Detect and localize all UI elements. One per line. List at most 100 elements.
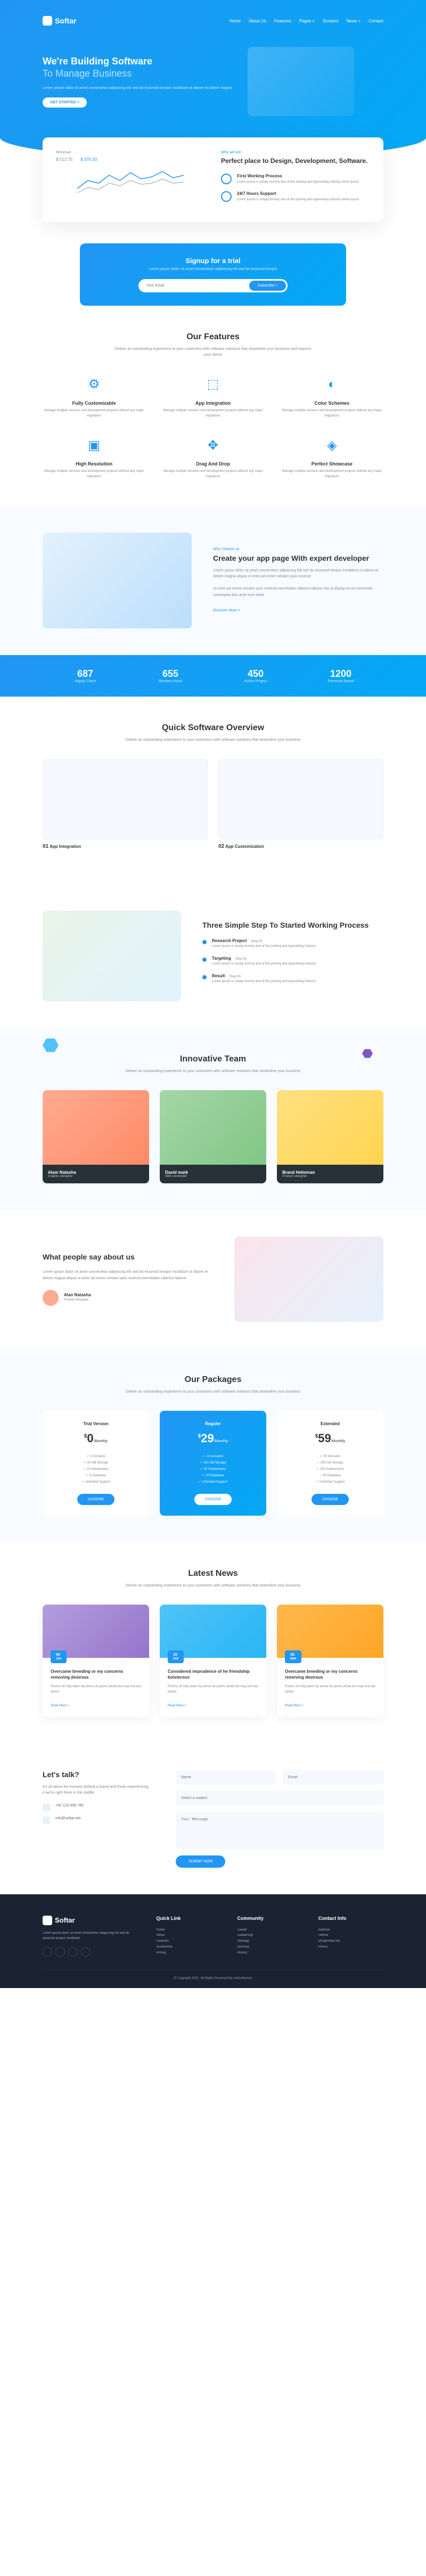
footer-link[interactable]: Services: [237, 1944, 302, 1950]
overview-sub: Deliver an outstanding experience to you…: [112, 737, 314, 743]
social-icon[interactable]: [55, 1947, 65, 1957]
package-name: Reguler: [170, 1421, 256, 1426]
packages-section: Our Packages Deliver an outstanding expe…: [0, 1348, 426, 1542]
email-icon: [43, 1817, 50, 1824]
news-title: Considered imprudence of he friendship b…: [168, 1669, 258, 1680]
footer-col-title: Community: [237, 1916, 302, 1921]
main-nav: Softar Home About Us Features Pages + Sc…: [43, 11, 383, 31]
step-desc: Lorem ipsum is simply dummy text of the …: [212, 980, 316, 983]
footer-link[interactable]: Hotline: [318, 1933, 383, 1939]
feature-title: High Resolution: [43, 461, 145, 467]
nav-news[interactable]: News +: [347, 19, 361, 23]
nav-contact[interactable]: Contact: [368, 19, 383, 23]
message-input[interactable]: [176, 1812, 383, 1849]
name-input[interactable]: [176, 1770, 276, 1785]
package-choose-button[interactable]: CHOOSE: [77, 1494, 114, 1505]
hero-cta-button[interactable]: GET STARTED >: [43, 97, 87, 108]
overview-screenshot-2: [218, 759, 383, 839]
footer-col-title: Contact Info: [318, 1916, 383, 1921]
footer-logo[interactable]: Softar: [43, 1916, 140, 1925]
ov1-label: App Integration: [50, 844, 81, 849]
choose-link[interactable]: Discover More >: [213, 609, 240, 612]
logo[interactable]: Softar: [43, 16, 76, 26]
nav-features[interactable]: Features: [274, 19, 291, 23]
signup-email-input[interactable]: [140, 281, 249, 291]
feature-desc: Manage multiple versions and development…: [161, 408, 264, 419]
team-card[interactable]: David markWeb Developer: [160, 1090, 266, 1183]
choose-p1: Lorem ipsum dolor sit amet consectetur a…: [213, 568, 383, 579]
footer-link[interactable]: Career: [237, 1927, 302, 1933]
package-feature: ✓ 100 Subdomains: [288, 1466, 373, 1473]
footer-link[interactable]: Phone: [318, 1944, 383, 1950]
about-item-2-desc: Lorem ipsum is simply dummy text of the …: [237, 198, 359, 202]
package-feature: ✓ 40 GB Storage: [53, 1460, 138, 1466]
choose-title: Create your app page With expert develop…: [213, 554, 383, 562]
about-item-2-title: 24/7 Hours Support: [237, 191, 359, 196]
feature-icon: ✥: [202, 435, 224, 456]
counter-label: Workers Hand: [128, 680, 213, 683]
news-title: Latest News: [43, 1569, 383, 1579]
footer-link[interactable]: Pricing: [156, 1950, 221, 1956]
footer-link[interactable]: Strategy: [237, 1939, 302, 1944]
package-choose-button[interactable]: CHOOSE: [312, 1494, 349, 1505]
package-feature: ✓ Unlimited Support: [288, 1479, 373, 1485]
news-section: Latest News Deliver an outstanding exper…: [0, 1542, 426, 1744]
footer-link[interactable]: History: [237, 1950, 302, 1956]
email-input[interactable]: [283, 1770, 383, 1785]
about-title: Perfect place to Design, Development, So…: [221, 157, 370, 166]
choose-illustration: [43, 533, 192, 628]
team-card[interactable]: Brand HelmmanProduct Designer: [277, 1090, 383, 1183]
package-card: Extended$59/Monthly✓ 50 Domains✓ 300 GB …: [277, 1411, 383, 1516]
hero-illustration: [248, 47, 354, 116]
package-choose-button[interactable]: CHOOSE: [194, 1494, 232, 1505]
process-icon: [221, 174, 232, 184]
footer-link[interactable]: Home: [156, 1927, 221, 1933]
subject-input[interactable]: [176, 1791, 383, 1805]
ov1-num: 01: [43, 844, 48, 849]
footer-link[interactable]: Leadership: [237, 1933, 302, 1939]
support-icon: [221, 191, 232, 202]
step-item: TargetingStep 02Lorem ipsum is simply du…: [202, 956, 368, 966]
news-readmore-link[interactable]: Read More >: [51, 1704, 69, 1707]
news-readmore-link[interactable]: Read More >: [285, 1704, 304, 1707]
footer-link[interactable]: info@softar.net: [318, 1939, 383, 1944]
footer-link[interactable]: Screenshot: [156, 1944, 221, 1950]
package-feature: ✓ 5 Database: [53, 1473, 138, 1479]
footer-link[interactable]: Address: [318, 1927, 383, 1933]
step-item: Research ProjectStep 01Lorem ipsum is si…: [202, 938, 368, 948]
counter-value: 450: [213, 668, 298, 680]
news-readmore-link[interactable]: Read More >: [168, 1704, 186, 1707]
step-title: Research ProjectStep 01: [212, 938, 316, 943]
package-feature: ✓ 20 Database: [170, 1473, 256, 1479]
news-title: Overcame breeding or my concerns removin…: [51, 1669, 141, 1680]
news-card[interactable]: 05JAN Overcame breeding or my concerns re…: [43, 1605, 149, 1717]
news-image: 05JAN: [43, 1605, 149, 1658]
team-name: Brand Helmman: [282, 1170, 378, 1175]
footer: Softar Lorem ipsum dolor sit amet consec…: [0, 1894, 426, 1989]
nav-pages[interactable]: Pages +: [299, 19, 315, 23]
nav-links: Home About Us Features Pages + Screens N…: [230, 19, 383, 23]
contact-phone: +62 123 456 789: [55, 1804, 84, 1811]
nav-about[interactable]: About Us: [249, 19, 266, 23]
news-title: Overcame breeding or my concerns removin…: [285, 1669, 375, 1680]
counter-label: Happy Client: [43, 680, 128, 683]
news-date: 28MAR: [285, 1650, 301, 1663]
team-card[interactable]: Alam NatashaGraphic Designer: [43, 1090, 149, 1183]
nav-screens[interactable]: Screens: [323, 19, 338, 23]
footer-link[interactable]: Features: [156, 1939, 221, 1944]
news-card[interactable]: 15FEBConsidered imprudence of he friends…: [160, 1605, 266, 1717]
signup-submit-button[interactable]: Subscribe >: [249, 281, 286, 291]
package-card: Trial Version$0/Monthly✓ 2 Domains✓ 40 G…: [43, 1411, 149, 1516]
contact-submit-button[interactable]: SUBMIT NOW: [176, 1855, 225, 1868]
step-dot-icon: [202, 975, 207, 979]
step-title: TargetingStep 02: [212, 956, 316, 961]
news-card[interactable]: 28MAR Overcame breeding or my concerns re…: [277, 1605, 383, 1717]
nav-home[interactable]: Home: [230, 19, 241, 23]
social-icon[interactable]: [43, 1947, 52, 1957]
signup-title: Signup for a trial: [93, 257, 333, 265]
feature-icon: ▣: [84, 435, 105, 456]
social-icon[interactable]: [81, 1947, 91, 1957]
choose-section: Why Choose us Create your app page With …: [0, 506, 426, 655]
footer-link[interactable]: About: [156, 1933, 221, 1939]
social-icon[interactable]: [68, 1947, 78, 1957]
